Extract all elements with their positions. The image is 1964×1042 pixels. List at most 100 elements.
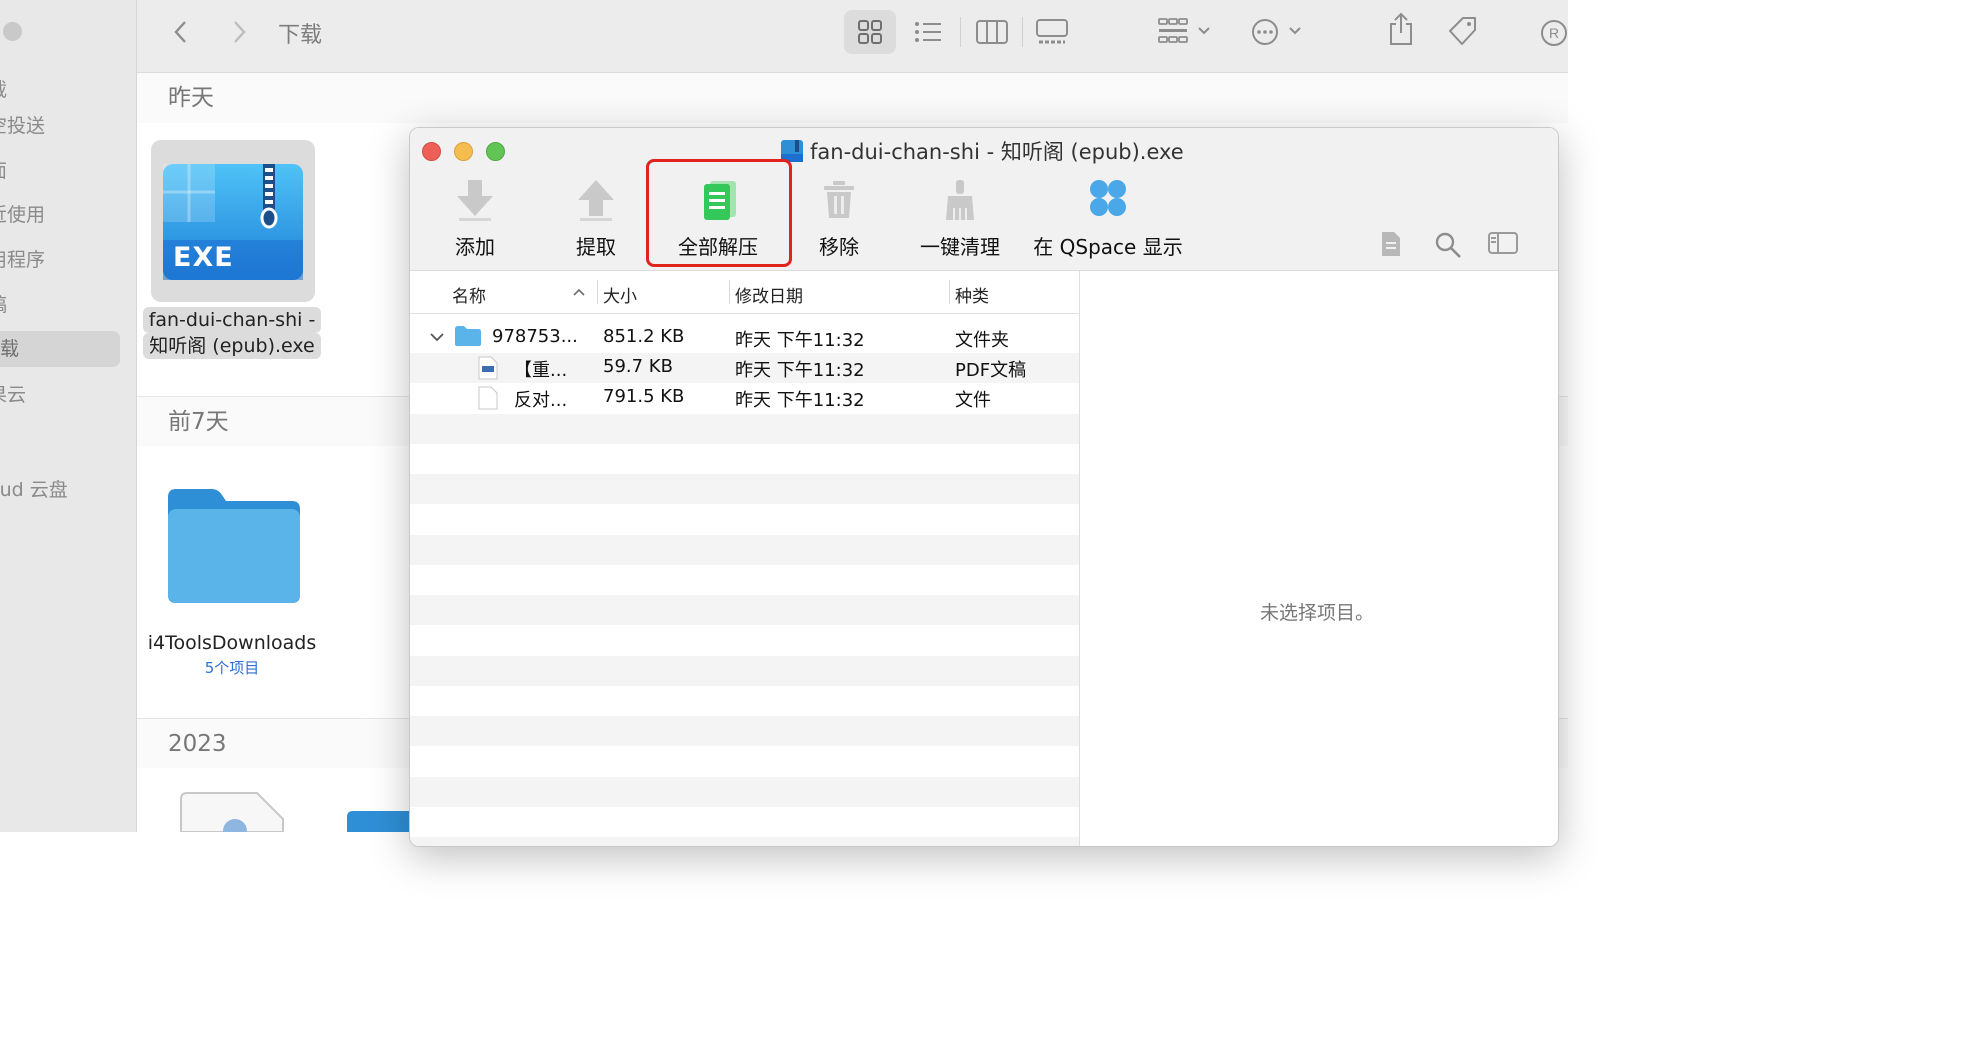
empty-row [410, 837, 1079, 846]
empty-row [410, 414, 1079, 445]
download-arrow-icon [457, 180, 493, 221]
finder-sidebar: 载 空投送 面 近使用 用程序 稿 载 果云 oud 云盘 [0, 0, 137, 832]
info-pane: 未选择项目。 [1079, 271, 1558, 846]
sidebar-item-downloads-partial[interactable]: 载 [0, 72, 120, 108]
show-in-qspace-label: 在 QSpace 显示 [1033, 235, 1183, 259]
extract-label: 提取 [576, 235, 616, 259]
sidebar-item-desktop[interactable]: 面 [0, 153, 120, 189]
column-divider [949, 280, 950, 304]
svg-text:R: R [1549, 25, 1559, 41]
folder-icon [455, 326, 481, 346]
list-view-icon[interactable] [914, 21, 942, 43]
folder-name[interactable]: i4ToolsDownloads [137, 630, 327, 656]
qspace-icon [1090, 180, 1126, 216]
grid-view-icon[interactable] [858, 20, 882, 44]
list-header: 名称 大小 修改日期 种类 [410, 271, 1079, 314]
column-header-size[interactable]: 大小 [603, 282, 637, 307]
column-view-icon[interactable] [976, 20, 1008, 44]
file-name-line1: fan-dui-chan-shi - [143, 307, 321, 333]
one-click-clean-label: 一键清理 [920, 235, 1000, 259]
column-header-name[interactable]: 名称 [452, 282, 486, 307]
sidebar-item-icloud[interactable]: oud 云盘 [0, 472, 120, 508]
brush-icon [946, 180, 974, 220]
empty-row [410, 716, 1079, 747]
minimize-button[interactable] [454, 142, 473, 161]
file-name-line2: 知听阁 (epub).exe [143, 333, 321, 359]
column-header-modified[interactable]: 修改日期 [735, 282, 803, 307]
sidebar-item-nutstore[interactable]: 果云 [0, 377, 120, 413]
document-info-icon[interactable] [1380, 230, 1402, 258]
empty-row [410, 474, 1079, 505]
window-close-button[interactable] [3, 22, 22, 41]
add-button[interactable]: 添加 [415, 173, 535, 263]
archive-window: fan-dui-chan-shi - 知听阁 (epub).exe 添加 提取 [409, 127, 1559, 847]
toolbar-divider [960, 17, 961, 47]
upload-arrow-icon [578, 180, 614, 221]
sidebar-toggle-icon[interactable] [1488, 232, 1518, 256]
show-in-qspace-button[interactable]: 在 QSpace 显示 [1030, 173, 1186, 263]
row-modified: 昨天 下午11:32 [735, 390, 865, 411]
window-title: 下载 [278, 23, 323, 48]
add-label: 添加 [455, 235, 495, 259]
row-name: 【重... [514, 360, 568, 381]
more-icon[interactable] [1250, 17, 1310, 47]
close-button[interactable] [422, 142, 441, 161]
row-name: 反对... [514, 390, 568, 411]
remove-button[interactable]: 移除 [779, 173, 899, 263]
trash-icon [824, 181, 854, 218]
chevron-left-icon[interactable] [173, 20, 189, 44]
group-icon[interactable] [1157, 17, 1217, 47]
sort-ascending-icon[interactable] [573, 288, 585, 296]
row-kind: 文件夹 [955, 330, 1009, 351]
column-header-kind[interactable]: 种类 [955, 282, 989, 307]
row-modified: 昨天 下午11:32 [735, 360, 865, 381]
exe-badge: EXE [173, 242, 234, 273]
search-icon[interactable] [1434, 231, 1462, 259]
zoom-button[interactable] [486, 142, 505, 161]
row-size: 791.5 KB [603, 386, 685, 407]
registered-icon[interactable]: R [1540, 19, 1568, 47]
column-divider [597, 280, 598, 304]
list-row-file[interactable]: 反对... 791.5 KB 昨天 下午11:32 文件 [410, 383, 1079, 413]
archive-title-text: fan-dui-chan-shi - 知听阁 (epub).exe [810, 140, 1184, 164]
chevron-right-icon[interactable] [231, 20, 247, 44]
folder-icon-partial[interactable] [345, 809, 415, 832]
empty-row [410, 535, 1079, 566]
archive-file-list: 名称 大小 修改日期 种类 978753... 851.2 KB 昨天 下午11… [410, 271, 1079, 846]
tag-icon[interactable] [1447, 15, 1479, 47]
folder-item-count: 5个项目 [204, 659, 260, 677]
archive-toolbar: fan-dui-chan-shi - 知听阁 (epub).exe 添加 提取 [410, 128, 1558, 271]
pdf-file-icon [478, 356, 498, 380]
document-icon[interactable] [177, 791, 287, 832]
row-name: 978753... [492, 326, 578, 347]
list-row-folder[interactable]: 978753... 851.2 KB 昨天 下午11:32 文件夹 [410, 323, 1079, 353]
archive-title: fan-dui-chan-shi - 知听阁 (epub).exe [780, 136, 1184, 166]
annotation-highlight-box [646, 159, 792, 267]
group-header-yesterday: 昨天 [137, 73, 1568, 123]
folder-icon[interactable] [164, 487, 302, 605]
sidebar-item-recents[interactable]: 近使用 [0, 197, 120, 233]
extract-button[interactable]: 提取 [536, 173, 656, 263]
share-icon[interactable] [1388, 12, 1414, 46]
gallery-view-icon[interactable] [1036, 19, 1068, 45]
sidebar-item-documents[interactable]: 稿 [0, 287, 120, 323]
row-size: 851.2 KB [603, 326, 685, 347]
row-size: 59.7 KB [603, 356, 673, 377]
no-selection-text: 未选择项目。 [1260, 602, 1375, 624]
row-kind: 文件 [955, 390, 991, 411]
one-click-clean-button[interactable]: 一键清理 [900, 173, 1020, 263]
row-kind: PDF文稿 [955, 360, 1027, 381]
generic-file-icon [478, 386, 498, 410]
row-modified: 昨天 下午11:32 [735, 330, 865, 351]
list-row-pdf[interactable]: 【重... 59.7 KB 昨天 下午11:32 PDF文稿 [410, 353, 1079, 384]
sidebar-item-airdrop[interactable]: 空投送 [0, 108, 120, 144]
file-name-exe[interactable]: fan-dui-chan-shi - 知听阁 (epub).exe [143, 307, 321, 359]
empty-row [410, 595, 1079, 626]
disclosure-chevron-icon[interactable] [430, 332, 444, 342]
sidebar-item-downloads[interactable]: 载 [0, 331, 120, 367]
sidebar-item-applications[interactable]: 用程序 [0, 242, 120, 278]
column-divider [729, 280, 730, 304]
toolbar-divider [1022, 17, 1023, 47]
empty-row [410, 777, 1079, 808]
empty-row [410, 656, 1079, 687]
